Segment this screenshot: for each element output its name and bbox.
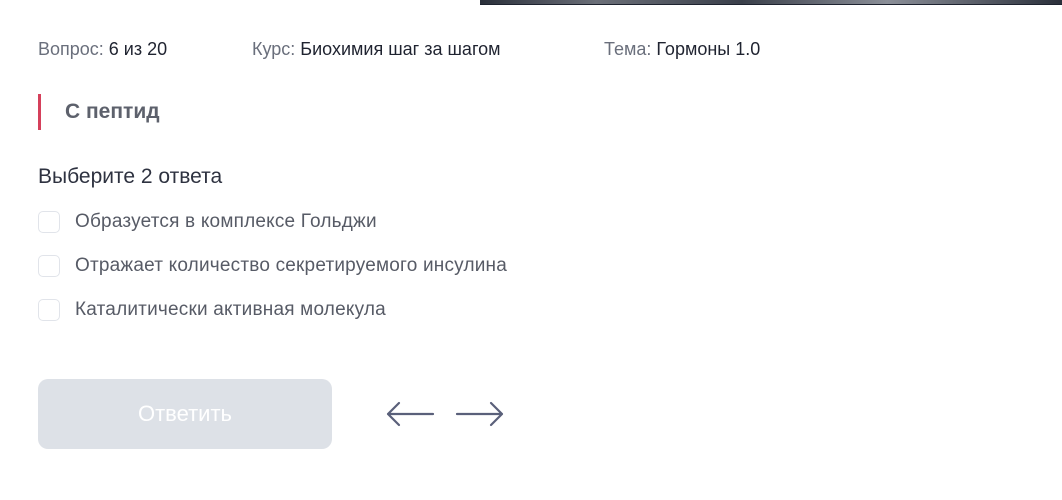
question-text: С пептид	[65, 100, 160, 123]
answer-checkbox[interactable]	[38, 255, 60, 277]
previous-question-button[interactable]	[385, 399, 435, 429]
answer-option[interactable]: Отражает количество секретируемого инсул…	[38, 252, 507, 280]
answer-option[interactable]: Образуется в комплексе Гольджи	[38, 208, 507, 236]
meta-topic-key: Тема:	[604, 38, 652, 59]
next-question-button[interactable]	[455, 399, 505, 429]
meta-question-value: 6 из 20	[108, 38, 168, 59]
answer-option-label: Отражает количество секретируемого инсул…	[75, 255, 508, 276]
answer-instruction: Выберите 2 ответа	[38, 165, 223, 188]
answer-option-label: Образуется в комплексе Гольджи	[75, 211, 377, 232]
answer-option[interactable]: Каталитически активная молекула	[38, 296, 507, 324]
arrow-right-icon	[455, 401, 504, 427]
meta-course: Курс: Биохимия шаг за шагом	[252, 39, 604, 60]
meta-course-key: Курс:	[252, 38, 296, 59]
meta-topic: Тема: Гормоны 1.0	[604, 39, 760, 60]
meta-topic-value: Гормоны 1.0	[656, 38, 761, 59]
answer-options: Образуется в комплексе Гольджи Отражает …	[38, 208, 507, 340]
meta-question-key: Вопрос:	[38, 38, 104, 59]
header-image	[480, 0, 1062, 5]
quiz-page: Вопрос: 6 из 20 Курс: Биохимия шаг за ша…	[0, 0, 1062, 500]
answer-option-label: Каталитически активная молекула	[75, 299, 386, 320]
answer-button[interactable]: Ответить	[38, 379, 332, 449]
question-meta: Вопрос: 6 из 20 Курс: Биохимия шаг за ша…	[38, 38, 760, 60]
meta-course-value: Биохимия шаг за шагом	[300, 38, 501, 59]
answer-checkbox[interactable]	[38, 211, 60, 233]
meta-question-counter: Вопрос: 6 из 20	[38, 39, 252, 60]
question-block: С пептид	[38, 94, 160, 130]
arrow-left-icon	[386, 401, 435, 427]
answer-checkbox[interactable]	[38, 299, 60, 321]
